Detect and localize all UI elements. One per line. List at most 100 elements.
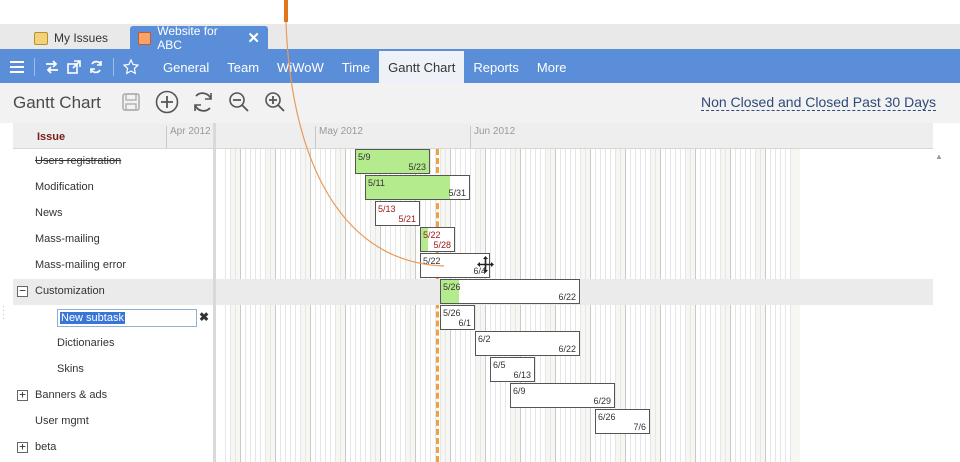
bar-end-label: 5/23 xyxy=(408,162,426,172)
bar-start-label: 5/9 xyxy=(358,152,371,162)
close-icon[interactable]: ✕ xyxy=(247,29,260,47)
menu-wiwow[interactable]: WiWoW xyxy=(268,51,333,83)
month-label: Jun 2012 xyxy=(470,126,515,148)
bar-end-label: 6/22 xyxy=(558,292,576,302)
table-row[interactable]: Skins xyxy=(13,357,933,383)
gantt-bar[interactable]: 5/22 5/28 xyxy=(420,227,455,252)
drag-indicator xyxy=(284,0,288,22)
issue-label: Modification xyxy=(35,181,94,193)
issue-label: Mass-mailing xyxy=(35,233,100,245)
issue-label: beta xyxy=(35,441,57,453)
table-row[interactable]: Users registration xyxy=(13,149,933,175)
gantt-bar[interactable]: 6/5 6/13 xyxy=(490,357,535,382)
table-row[interactable]: + beta xyxy=(13,435,933,461)
zoom-in-icon[interactable] xyxy=(262,89,288,115)
gantt-grid: Issue Apr 2012 May 2012 Jun 2012 Users reg… xyxy=(13,123,933,462)
refresh-icon[interactable] xyxy=(190,89,216,115)
menu-time[interactable]: Time xyxy=(333,51,379,83)
bar-end-label: 5/21 xyxy=(398,214,416,224)
month-label: Apr 2012 xyxy=(166,126,211,148)
bar-start-label: 6/26 xyxy=(598,412,616,422)
tab-label: Website for ABC xyxy=(157,24,218,52)
project-icon xyxy=(138,31,152,45)
bar-end-label: 5/31 xyxy=(448,188,466,198)
zoom-out-icon[interactable] xyxy=(226,89,252,115)
bar-start-label: 5/22 xyxy=(423,230,441,240)
expand-icon[interactable]: + xyxy=(17,441,28,453)
bar-start-label: 6/2 xyxy=(478,334,491,344)
bar-start-label: 5/11 xyxy=(368,178,385,188)
menu-general[interactable]: General xyxy=(154,51,218,83)
expand-icon[interactable]: + xyxy=(17,389,28,401)
table-row[interactable]: Dictionaries xyxy=(13,331,933,357)
resize-grip[interactable]: · · · · xyxy=(2,303,5,323)
issue-label: News xyxy=(35,207,63,219)
star-icon[interactable] xyxy=(120,56,142,78)
separator xyxy=(113,58,114,76)
page-title: Gantt Chart xyxy=(13,93,101,112)
tab-label: My Issues xyxy=(54,31,109,45)
table-row[interactable]: News xyxy=(13,201,933,227)
gantt-bar[interactable]: 5/11 5/31 xyxy=(365,175,470,200)
tab-website-for-abc[interactable]: Website for ABC ✕ xyxy=(130,24,268,52)
gantt-bar[interactable]: 6/2 6/22 xyxy=(475,331,580,356)
bar-start-label: 6/9 xyxy=(513,386,526,396)
table-row[interactable]: + Banners & ads xyxy=(13,383,933,409)
subtask-name-input[interactable]: New subtask xyxy=(57,309,197,327)
bar-end-label: 6/13 xyxy=(513,370,531,380)
gantt-bar[interactable]: 5/13 5/21 xyxy=(375,201,420,226)
tab-my-issues[interactable]: My Issues xyxy=(26,26,128,50)
gantt-bar[interactable]: 5/26 6/1 xyxy=(440,305,475,330)
bar-start-label: 5/26 xyxy=(443,282,461,292)
issue-label: Users registration xyxy=(35,155,122,167)
menu-more[interactable]: More xyxy=(528,51,576,83)
table-row[interactable]: Modification xyxy=(13,175,933,201)
cancel-edit-icon[interactable]: ✖ xyxy=(199,310,209,324)
gantt-bar[interactable]: 5/9 5/23 xyxy=(355,149,430,174)
collapse-icon[interactable]: − xyxy=(17,285,28,297)
bar-end-label: 6/29 xyxy=(593,396,611,406)
filter-selector[interactable]: Non Closed and Closed Past 30 Days xyxy=(700,94,936,111)
menu-bar: General Team WiWoW Time Gantt Chart Repo… xyxy=(0,51,960,83)
bar-start-label: 5/22 xyxy=(423,256,441,266)
menu-icon[interactable] xyxy=(6,56,28,78)
swap-icon[interactable] xyxy=(41,56,63,78)
month-label: May 2012 xyxy=(315,126,363,148)
title-bar: Gantt Chart Non Closed and Closed Past 3… xyxy=(0,83,960,123)
menu-team[interactable]: Team xyxy=(218,51,268,83)
bar-end-label: 6/22 xyxy=(558,344,576,354)
issue-label: Dictionaries xyxy=(57,337,115,349)
save-icon[interactable] xyxy=(118,89,144,115)
menu-gantt-chart[interactable]: Gantt Chart xyxy=(379,51,465,83)
bar-end-label: 5/28 xyxy=(433,240,451,250)
table-row[interactable]: User mgmt xyxy=(13,409,933,435)
open-new-icon[interactable] xyxy=(63,56,85,78)
issue-label: Mass-mailing error xyxy=(35,259,127,271)
issue-label: Skins xyxy=(57,363,84,375)
menu-reports[interactable]: Reports xyxy=(464,51,528,83)
move-cursor-icon xyxy=(476,255,495,274)
scroll-up-icon[interactable]: ▲ xyxy=(935,152,943,161)
issue-label: Customization xyxy=(35,285,105,297)
bar-start-label: 5/13 xyxy=(378,204,396,214)
table-row[interactable]: Mass-mailing xyxy=(13,227,933,253)
issue-label: User mgmt xyxy=(35,415,89,427)
bar-start-label: 6/5 xyxy=(493,360,506,370)
add-icon[interactable] xyxy=(154,89,180,115)
gantt-bar[interactable]: 6/9 6/29 xyxy=(510,383,615,408)
timeline-header: Apr 2012 May 2012 Jun 2012 xyxy=(166,123,933,149)
issue-header-label: Issue xyxy=(37,131,66,143)
issues-icon xyxy=(34,31,48,45)
app-window: My Issues Website for ABC ✕ General Team xyxy=(0,0,960,462)
gantt-bar[interactable]: 5/26 6/22 xyxy=(440,279,580,304)
separator xyxy=(34,58,35,76)
bar-start-label: 5/26 xyxy=(443,308,461,318)
issue-label: Banners & ads xyxy=(35,389,108,401)
subtask-name-text: New subtask xyxy=(60,312,125,324)
bar-end-label: 7/6 xyxy=(633,422,646,432)
refresh-icon[interactable] xyxy=(85,56,107,78)
gantt-bar[interactable]: 6/26 7/6 xyxy=(595,409,650,434)
tab-strip: My Issues Website for ABC ✕ xyxy=(0,24,960,52)
pane-splitter[interactable] xyxy=(213,123,216,462)
bar-end-label: 6/1 xyxy=(458,318,471,328)
